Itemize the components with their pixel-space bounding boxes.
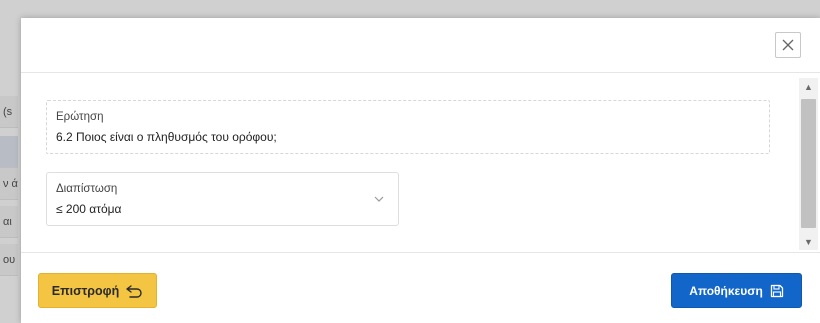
close-icon [782, 39, 794, 51]
finding-dialog: Ερώτηση 6.2 Ποιος είναι ο πληθυσμός του … [21, 18, 820, 323]
back-button[interactable]: Επιστροφή [38, 273, 157, 308]
dialog-body: Ερώτηση 6.2 Ποιος είναι ο πληθυσμός του … [21, 74, 820, 252]
chevron-down-icon [374, 196, 384, 202]
scroll-down-arrow-icon[interactable]: ▼ [799, 233, 818, 250]
scroll-up-arrow-icon[interactable]: ▲ [799, 78, 818, 95]
save-button[interactable]: Αποθήκευση [671, 273, 802, 308]
finding-select[interactable]: Διαπίστωση ≤ 200 ατόμα [46, 172, 399, 226]
background-row: ν ά [0, 168, 18, 200]
background-row: (s [0, 96, 18, 128]
question-field: Ερώτηση 6.2 Ποιος είναι ο πληθυσμός του … [46, 100, 770, 154]
return-arrow-icon [126, 284, 142, 298]
dialog-footer: Επιστροφή Αποθήκευση [21, 252, 820, 323]
close-button[interactable] [775, 32, 801, 58]
floppy-disk-icon [770, 284, 783, 297]
dialog-header [21, 18, 820, 73]
save-button-label: Αποθήκευση [689, 283, 763, 298]
finding-label: Διαπίστωση [56, 183, 118, 195]
question-text: 6.2 Ποιος είναι ο πληθυσμός του ορόφου; [56, 130, 277, 144]
finding-selected-value: ≤ 200 ατόμα [56, 202, 122, 216]
background-table: (s ν ά αι ου [0, 96, 18, 323]
scrollbar-thumb[interactable] [801, 99, 816, 228]
background-row: ου [0, 244, 18, 276]
question-label: Ερώτηση [56, 111, 104, 123]
background-row: αι [0, 206, 18, 238]
back-button-label: Επιστροφή [51, 283, 120, 298]
dialog-scrollbar[interactable]: ▲ ▼ [799, 78, 818, 250]
background-row [0, 136, 18, 168]
